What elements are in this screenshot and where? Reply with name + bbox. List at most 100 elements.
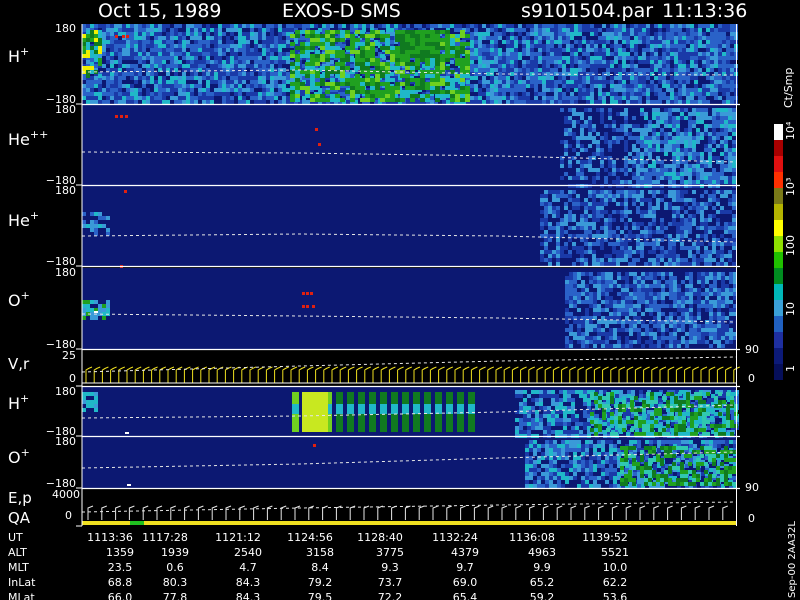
ephem-cell-inlat-6: 65.2 <box>530 576 555 589</box>
panel-e-p-label2: QA <box>8 509 31 527</box>
red-marker-12 <box>310 292 313 295</box>
ephem-cell-mlat-2: 84.3 <box>236 591 261 600</box>
colorbar-swatch-5 <box>774 204 783 220</box>
header-title: EXOS-D SMS <box>282 0 401 22</box>
red-marker-6 <box>315 128 318 131</box>
ephem-cell-ut-3: 1124:56 <box>287 531 333 544</box>
ephem-cell-mlat-7: 53.6 <box>603 591 628 600</box>
panel-v-r-label: V,r <box>8 355 30 373</box>
ephem-cell-mlt-3: 8.4 <box>311 561 329 574</box>
ephem-cell-alt-7: 5521 <box>601 546 629 559</box>
ephem-cell-inlat-1: 80.3 <box>163 576 188 589</box>
vr-dashed-upper <box>81 356 737 373</box>
colorbar-swatch-3 <box>774 172 783 188</box>
red-marker-5 <box>125 115 128 118</box>
o2-right-bottom: 90 <box>745 481 759 494</box>
ephem-row-alt-label: ALT <box>8 546 27 559</box>
panel-he-plusplus-top: 180 <box>55 103 76 116</box>
colorbar-label-1e3: 10³ <box>784 178 797 196</box>
colorbar-label-10: 10 <box>784 302 797 316</box>
ephem-cell-alt-6: 4963 <box>528 546 556 559</box>
colorbar-swatch-15 <box>774 364 783 380</box>
panel-e-p-top: 4000 <box>52 488 80 501</box>
vr-right-bottom: 0 <box>748 372 755 385</box>
ephem-cell-mlt-1: 0.6 <box>166 561 184 574</box>
ephem-cell-alt-4: 3775 <box>376 546 404 559</box>
vr-right-top: 90 <box>745 343 759 356</box>
red-marker-11 <box>306 292 309 295</box>
colorbar-swatch-0 <box>774 124 783 140</box>
colorbar-swatch-12 <box>774 316 783 332</box>
panel-he-plus-label: He+ <box>8 209 39 230</box>
red-marker-0 <box>115 35 118 38</box>
colorbar-unit: Ct/Smp <box>782 68 795 108</box>
h-plus-2-stripes <box>292 392 475 432</box>
red-marker-7 <box>318 143 321 146</box>
red-marker-4 <box>120 115 123 118</box>
ephem-cell-mlt-5: 9.7 <box>456 561 474 574</box>
ephem-cell-alt-0: 1359 <box>106 546 134 559</box>
panel-o-plus-top: 180 <box>55 266 76 279</box>
colorbar-label-100: 100 <box>784 235 797 256</box>
panel-v-r-top: 25 <box>62 349 76 362</box>
red-marker-10 <box>302 292 305 295</box>
white-marker-0 <box>125 432 129 434</box>
ephem-cell-alt-1: 1939 <box>161 546 189 559</box>
white-marker-1 <box>127 484 131 486</box>
ephem-cell-ut-5: 1132:24 <box>432 531 478 544</box>
colorbar-swatch-1 <box>774 140 783 156</box>
red-marker-14 <box>306 305 309 308</box>
ephem-cell-ut-1: 1117:28 <box>142 531 188 544</box>
colorbar-swatch-8 <box>774 252 783 268</box>
ephemeris-table: UT 1113:36 1117:28 1121:12 1124:56 1128:40 113… <box>8 531 629 600</box>
ephem-cell-ut-7: 1139:52 <box>582 531 628 544</box>
ephem-cell-alt-2: 2540 <box>234 546 262 559</box>
panel-he-plusplus-label: He++ <box>8 128 48 149</box>
colorbar-label-1e4: 10⁴ <box>784 121 797 140</box>
red-marker-16 <box>313 444 316 447</box>
side-label: Sep-00 2AA32L <box>787 521 798 598</box>
red-marker-1 <box>122 35 125 38</box>
panel-he-plus-top: 180 <box>55 184 76 197</box>
panel-v-r-bottom: 0 <box>69 372 76 385</box>
header-date: Oct 15, 1989 <box>98 0 222 22</box>
ephem-cell-mlt-2: 4.7 <box>239 561 257 574</box>
ephem-cell-alt-3: 3158 <box>306 546 334 559</box>
colorbar <box>774 124 783 380</box>
ephem-cell-inlat-3: 79.2 <box>308 576 333 589</box>
ephem-cell-mlt-0: 23.5 <box>108 561 133 574</box>
ephem-cell-ut-4: 1128:40 <box>357 531 403 544</box>
panel-h-plus-label: H+ <box>8 45 29 66</box>
ephem-cell-inlat-0: 68.8 <box>108 576 133 589</box>
ephem-cell-mlat-5: 65.4 <box>453 591 478 600</box>
header-time: 11:13:36 <box>662 0 747 22</box>
panel-o-plus-2-label: O+ <box>8 446 30 467</box>
ephem-cell-mlat-3: 79.5 <box>308 591 333 600</box>
ephem-cell-mlt-6: 9.9 <box>533 561 551 574</box>
red-marker-2 <box>126 35 129 38</box>
ephem-row-mlat-label: MLat <box>8 591 35 600</box>
colorbar-swatch-7 <box>774 236 783 252</box>
red-marker-15 <box>312 305 315 308</box>
ephem-cell-mlat-4: 72.2 <box>378 591 403 600</box>
panel-e-p-label: E,p <box>8 489 32 507</box>
colorbar-swatch-4 <box>774 188 783 204</box>
header-file: s9101504.par <box>521 0 653 22</box>
plot-canvas: Oct 15, 1989 EXOS-D SMS s9101504.par 11:… <box>8 0 798 600</box>
colorbar-swatch-14 <box>774 348 783 364</box>
qa-bar <box>82 521 736 525</box>
red-marker-3 <box>115 115 118 118</box>
ephem-cell-inlat-7: 62.2 <box>603 576 628 589</box>
panel-h-plus-2-top: 180 <box>55 385 76 398</box>
ephem-cell-mlat-0: 66.0 <box>108 591 133 600</box>
panel-o-plus-label: O+ <box>8 289 30 310</box>
ephem-cell-mlat-1: 77.8 <box>163 591 188 600</box>
ephem-cell-ut-6: 1136:08 <box>509 531 555 544</box>
ephem-row-inlat-label: InLat <box>8 576 36 589</box>
ephem-cell-inlat-2: 84.3 <box>236 576 261 589</box>
ep-sawtooth <box>82 505 736 525</box>
panel-h-plus-top: 180 <box>55 22 76 35</box>
ephem-row-mlt-label: MLT <box>8 561 29 574</box>
ephem-cell-alt-5: 4379 <box>451 546 479 559</box>
qa-bar-green <box>130 521 144 525</box>
